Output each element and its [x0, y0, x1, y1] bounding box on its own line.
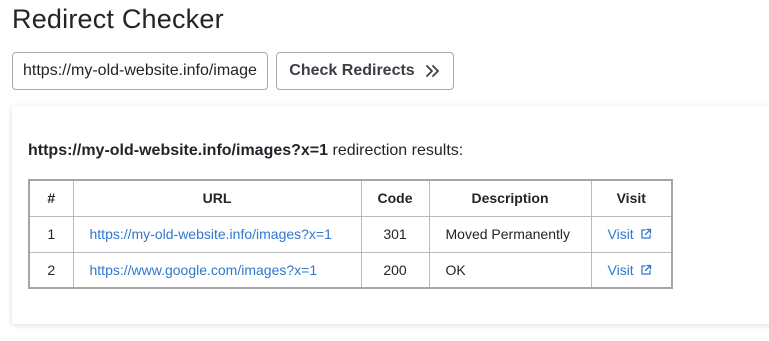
visit-label: Visit	[607, 261, 634, 278]
visit-link[interactable]: Visit	[608, 262, 652, 278]
visit-link[interactable]: Visit	[608, 226, 652, 242]
page-title: Redirect Checker	[12, 4, 224, 34]
visit-label: Visit	[607, 226, 634, 242]
column-header-visit: Visit	[590, 179, 673, 217]
requested-url: https://my-old-website.info/images?x=1	[28, 142, 329, 159]
status-description: OK	[428, 251, 592, 289]
column-header-description: Description	[428, 179, 592, 217]
external-link-icon	[641, 228, 651, 239]
redirect-url-link[interactable]: https://my-old-website.info/images?x=1	[90, 226, 332, 242]
table-row: 2 https://www.google.com/images?x=1 200 …	[28, 251, 673, 289]
external-link-icon	[641, 264, 651, 275]
double-chevron-right-icon	[425, 65, 439, 77]
column-header-code: Code	[360, 179, 430, 217]
check-redirects-button[interactable]: Check Redirects	[276, 52, 454, 90]
column-header-number: #	[28, 179, 74, 217]
redirect-url-link[interactable]: https://www.google.com/images?x=1	[90, 262, 318, 278]
status-description: Moved Permanently	[428, 215, 592, 253]
row-number: 2	[28, 251, 74, 289]
url-input[interactable]	[12, 52, 268, 90]
column-header-url: URL	[72, 179, 362, 217]
results-heading: https://my-old-website.info/images?x=1 r…	[28, 142, 463, 160]
row-number: 1	[28, 215, 74, 253]
results-table: # URL Code Description Visit 1 https://m…	[28, 179, 673, 289]
table-row: 1 https://my-old-website.info/images?x=1…	[28, 215, 673, 253]
status-code: 301	[360, 215, 430, 253]
status-code: 200	[360, 251, 430, 289]
table-header-row: # URL Code Description Visit	[28, 179, 673, 217]
check-redirects-label: Check Redirects	[289, 62, 415, 79]
results-heading-suffix: redirection results:	[328, 142, 464, 159]
results-card: https://my-old-website.info/images?x=1 r…	[12, 106, 769, 324]
